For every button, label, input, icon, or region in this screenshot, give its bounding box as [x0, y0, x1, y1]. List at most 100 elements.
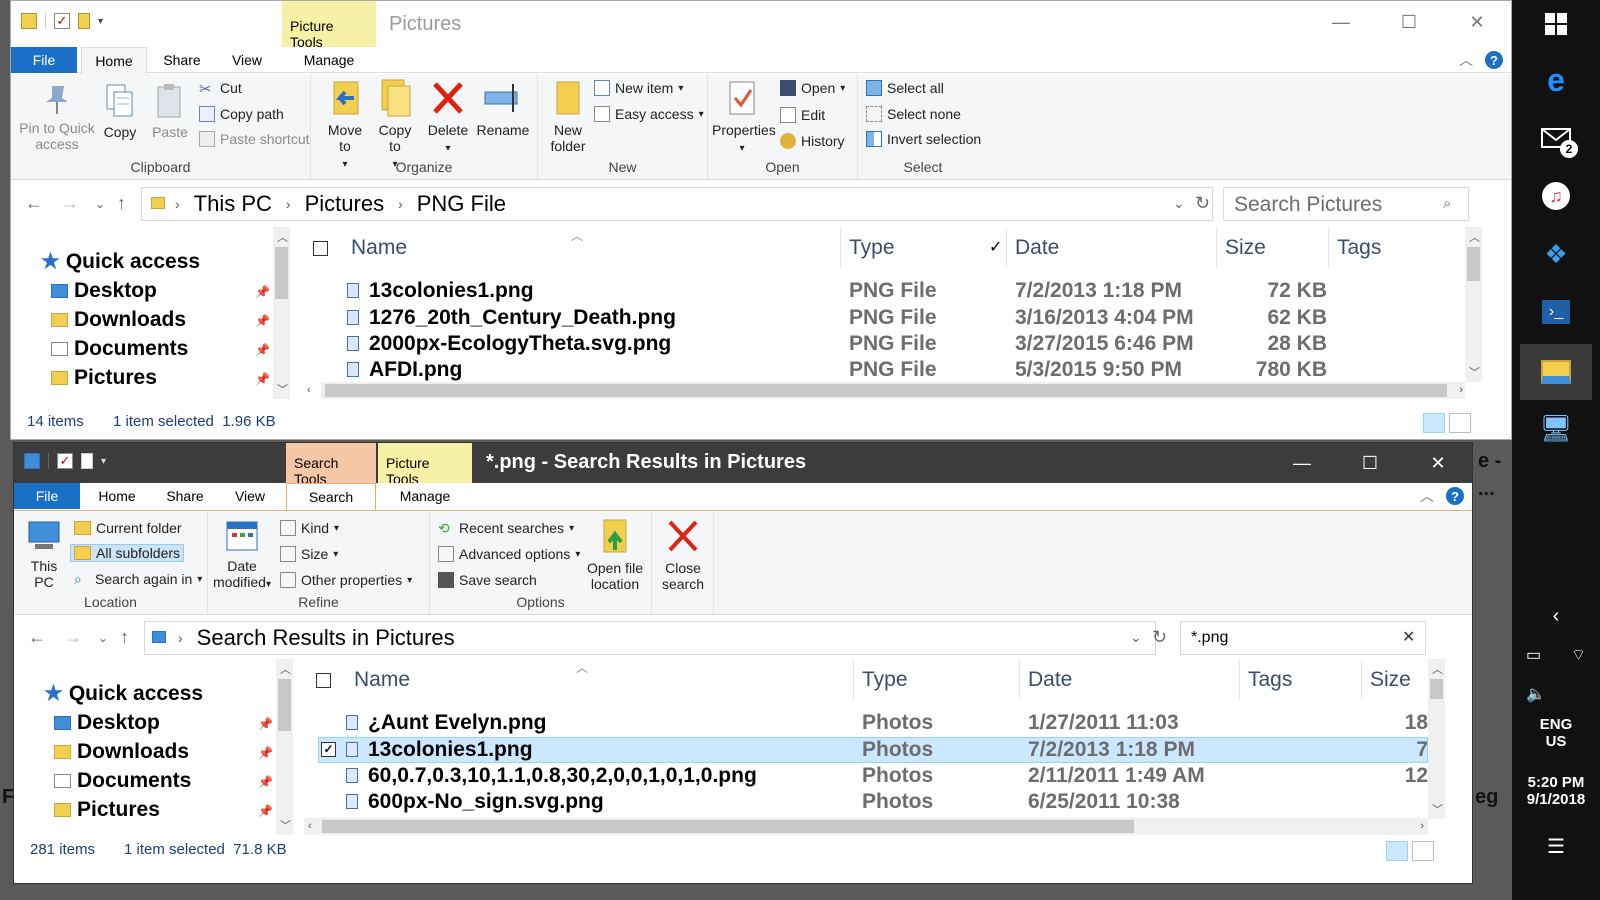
date-modified-button[interactable]: Date modified▾	[212, 518, 272, 593]
minimize-button[interactable]: —	[1268, 443, 1336, 483]
copy-button[interactable]: Copy	[97, 82, 143, 140]
maximize-button[interactable]: ☐	[1336, 443, 1404, 483]
kind-button[interactable]: Kind ▾	[280, 520, 339, 536]
table-row[interactable]: 1276_20th_Century_Death.png PNG File 3/1…	[301, 306, 1511, 332]
up-icon[interactable]: ↑	[117, 193, 126, 214]
nav-pictures[interactable]: Pictures	[54, 798, 160, 822]
file-explorer-icon[interactable]	[1520, 344, 1592, 400]
column-header-size[interactable]: Size	[1362, 659, 1428, 699]
refresh-icon[interactable]: ↻	[1152, 627, 1167, 648]
breadcrumb-pictures[interactable]: Pictures	[305, 191, 384, 217]
column-header-name[interactable]: Name	[346, 659, 854, 699]
edge-icon[interactable]: e	[1532, 56, 1580, 104]
close-button[interactable]: ✕	[1404, 443, 1472, 483]
properties-button[interactable]: Properties ▾	[712, 78, 776, 157]
wifi-icon[interactable]: ⌔	[1512, 645, 1600, 665]
address-dropdown-icon[interactable]: ⌄	[1130, 629, 1142, 646]
nav-quick-access[interactable]: ★ Quick access	[41, 249, 200, 274]
select-all-button[interactable]: Select all	[866, 80, 944, 96]
table-row[interactable]: ¿Aunt Evelyn.png Photos 1/27/2011 11:03 …	[304, 711, 1428, 737]
search-box[interactable]: Search Pictures	[1223, 187, 1469, 221]
table-row[interactable]: 600px-No_sign.svg.png Photos 6/25/2011 1…	[304, 790, 1428, 816]
easy-access-button[interactable]: Easy access ▾	[594, 106, 704, 122]
search-again-button[interactable]: ⌕ Search again in ▾	[74, 571, 202, 587]
tab-file[interactable]: File	[14, 483, 80, 509]
itunes-icon[interactable]: ♫	[1532, 172, 1580, 220]
this-pc-button[interactable]: This PC	[20, 518, 68, 590]
back-icon[interactable]: ←	[25, 193, 43, 214]
vertical-scroll-thumb[interactable]	[1467, 247, 1480, 281]
mail-icon[interactable]: 2	[1532, 114, 1580, 162]
forward-icon[interactable]: →	[61, 193, 79, 214]
copy-path-button[interactable]: Copy path	[199, 106, 284, 122]
advanced-options-button[interactable]: Advanced options ▾	[438, 546, 580, 562]
nav-downloads[interactable]: Downloads	[54, 740, 189, 764]
row-checkbox[interactable]: ✓	[321, 742, 336, 757]
column-header-size[interactable]: Size	[1217, 227, 1329, 267]
recent-locations-icon[interactable]: ⌄	[98, 631, 108, 645]
current-folder-button[interactable]: Current folder	[74, 520, 182, 536]
recent-locations-icon[interactable]: ⌄	[95, 197, 105, 211]
select-all-checkbox[interactable]	[316, 673, 331, 688]
save-search-button[interactable]: Save search	[438, 572, 537, 588]
nav-scrollbar[interactable]: ︿ ﹀	[276, 659, 293, 835]
clear-search-icon[interactable]: ✕	[1402, 627, 1415, 647]
remote-desktop-icon[interactable]: 🖥	[1532, 404, 1580, 452]
tab-home[interactable]: Home	[84, 483, 150, 509]
new-folder-button[interactable]: New folder	[544, 78, 592, 154]
column-header-date[interactable]: Date	[1007, 227, 1217, 267]
title-bar[interactable]: ✓ ▾ Search Tools Picture Tools *.png - S…	[14, 443, 1472, 487]
table-row[interactable]: 2000px-EcologyTheta.svg.png PNG File 3/2…	[301, 332, 1511, 358]
nav-documents[interactable]: Documents	[51, 337, 188, 361]
details-view-icon[interactable]	[1423, 413, 1445, 433]
table-row[interactable]: AFDI.png PNG File 5/3/2015 9:50 PM 780 K…	[301, 358, 1511, 384]
column-header-date[interactable]: Date	[1020, 659, 1240, 699]
volume-icon[interactable]: 🔈	[1512, 684, 1600, 704]
results-horizontal-scrollbar[interactable]: ‹ ›	[304, 818, 1428, 835]
all-subfolders-button[interactable]: All subfolders	[70, 544, 185, 562]
refresh-icon[interactable]: ↻	[1195, 193, 1210, 214]
maximize-button[interactable]: ☐	[1375, 1, 1443, 43]
paste-shortcut-button[interactable]: Paste shortcut	[199, 131, 310, 147]
column-header-name[interactable]: Name	[343, 227, 841, 267]
nav-scroll-thumb[interactable]	[278, 679, 291, 731]
cut-button[interactable]: ✂ Cut	[199, 80, 242, 98]
qat-dropdown-icon[interactable]: ▾	[98, 16, 103, 27]
tab-view[interactable]: View	[217, 47, 277, 73]
nav-desktop[interactable]: Desktop	[51, 279, 157, 303]
address-dropdown-icon[interactable]: ⌄	[1173, 195, 1185, 212]
tab-manage[interactable]: Manage	[282, 47, 376, 73]
tab-home[interactable]: Home	[81, 47, 147, 74]
powershell-icon[interactable]: ›_	[1532, 288, 1580, 336]
tab-view[interactable]: View	[220, 483, 280, 509]
forward-icon[interactable]: →	[64, 627, 82, 648]
help-icon[interactable]: ?	[1485, 51, 1503, 69]
open-file-location-button[interactable]: Open file location	[584, 516, 646, 592]
properties-qat-icon[interactable]: ✓	[54, 13, 70, 29]
details-view-icon[interactable]	[1386, 841, 1408, 861]
new-item-button[interactable]: New item ▾	[594, 80, 683, 96]
new-folder-qat-icon[interactable]	[78, 13, 90, 29]
open-button[interactable]: Open ▾	[780, 80, 845, 96]
minimize-button[interactable]: —	[1307, 1, 1375, 43]
table-row[interactable]: 13colonies1.png PNG File 7/2/2013 1:18 P…	[301, 279, 1511, 305]
collapse-ribbon-icon[interactable]: ︿	[1420, 486, 1434, 506]
vertical-scroll-thumb[interactable]	[1430, 679, 1443, 699]
delete-button[interactable]: Delete ▾	[423, 78, 473, 157]
breadcrumb-png-file[interactable]: PNG File	[417, 191, 506, 217]
nav-documents[interactable]: Documents	[54, 769, 191, 793]
select-none-button[interactable]: Select none	[866, 106, 961, 122]
recent-searches-button[interactable]: ⟲ Recent searches ▾	[438, 520, 574, 536]
edit-button[interactable]: Edit	[780, 107, 825, 123]
nav-desktop[interactable]: Desktop	[54, 711, 160, 735]
other-properties-button[interactable]: Other properties ▾	[280, 572, 412, 588]
help-icon[interactable]: ?	[1446, 487, 1464, 505]
clock[interactable]: 5:20 PM 9/1/2018	[1512, 774, 1600, 808]
file-list-vertical-scrollbar[interactable]: ︿ ﹀	[1465, 227, 1482, 382]
nav-scrollbar[interactable]: ︿ ﹀	[273, 227, 290, 399]
file-list-horizontal-scrollbar[interactable]: ‹ ›	[307, 382, 1465, 399]
tab-file[interactable]: File	[11, 47, 77, 73]
search-input[interactable]: *.png	[1180, 621, 1426, 655]
select-all-checkbox[interactable]	[313, 241, 328, 256]
close-search-button[interactable]: Close search	[656, 516, 710, 592]
